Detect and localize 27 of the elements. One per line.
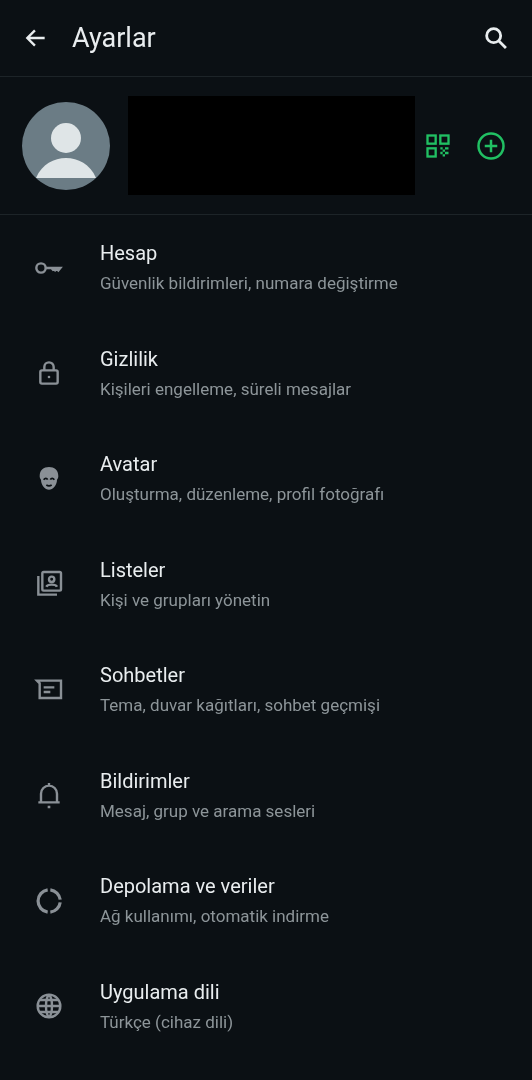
item-title: Bildirimler (100, 767, 191, 794)
add-circle-icon[interactable] (476, 130, 506, 161)
item-title: Avatar (100, 451, 159, 478)
settings-item[interactable]: Sohbetler Tema, duvar kağıtları, sohbet geçmişi (0, 637, 532, 743)
item-subtitle: Türkçe (cihaz dili) (100, 1010, 234, 1034)
item-subtitle: Mesaj, grup ve arama sesleri (100, 799, 316, 823)
settings-item[interactable]: Depolama ve veriler Ağ kullanımı, otomatik indirme (0, 848, 532, 954)
settings-item[interactable]: Bildirimler Mesaj, grup ve arama sesleri (0, 742, 532, 848)
item-title: Gizlilik (100, 345, 159, 372)
item-subtitle: Oluşturma, düzenleme, profil fotoğrafı (100, 483, 385, 507)
settings-item[interactable]: Gizlilik Kişileri engelleme, süreli mesajlar (0, 320, 532, 426)
item-subtitle: Güvenlik bildirimleri, numara değiştirme (100, 272, 398, 296)
item-title: Sohbetler (100, 662, 186, 689)
item-title: Hesap (100, 240, 159, 267)
settings-item[interactable]: Hesap Güvenlik bildirimleri, numara değiştirme (0, 215, 532, 321)
settings-item[interactable]: Uygulama dili Türkçe (cihaz dili) (0, 953, 532, 1059)
item-subtitle: Kişileri engelleme, süreli mesajlar (100, 377, 352, 401)
item-title: Uygulama dili (100, 978, 221, 1005)
item-title: Depolama ve veriler (100, 873, 276, 900)
item-subtitle: Tema, duvar kağıtları, sohbet geçmişi (100, 694, 381, 718)
item-subtitle: Ağ kullanımı, otomatik indirme (100, 905, 330, 929)
item-subtitle: Kişi ve grupları yönetin (100, 588, 271, 612)
item-title: Listeler (100, 556, 167, 583)
qr-code-icon[interactable] (424, 131, 452, 160)
settings-item[interactable]: Avatar Oluşturma, düzenleme, profil fotoğrafı (0, 426, 532, 532)
page-title: Ayarlar (72, 20, 156, 56)
settings-item[interactable]: Listeler Kişi ve grupları yönetin (0, 531, 532, 637)
